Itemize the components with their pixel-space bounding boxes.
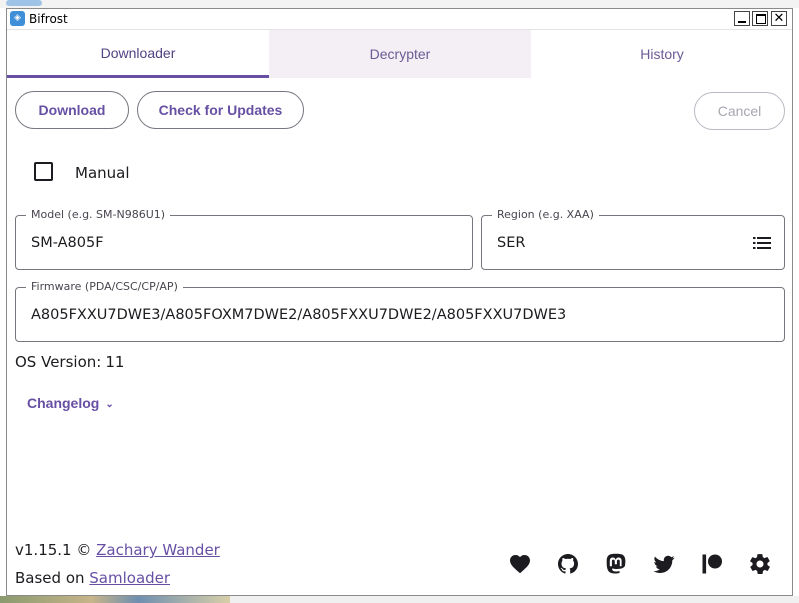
desktop-icon-fragment — [6, 0, 42, 6]
firmware-field-value: A805FXXU7DWE3/A805FOXM7DWE2/A805FXXU7DWE… — [31, 307, 567, 323]
window-title: Bifrost — [29, 12, 68, 26]
patreon-icon[interactable] — [700, 552, 724, 576]
github-icon[interactable] — [556, 552, 580, 576]
settings-gear-icon[interactable] — [748, 552, 772, 576]
close-button[interactable]: ✕ — [771, 11, 787, 26]
model-field[interactable]: Model (e.g. SM-N986U1) SM-A805F — [15, 208, 473, 270]
firmware-field-label: Firmware (PDA/CSC/CP/AP) — [26, 280, 183, 294]
desktop-background-bottom — [0, 596, 799, 603]
title-bar[interactable]: ◈ Bifrost ✕ — [7, 9, 792, 30]
heart-icon[interactable] — [508, 552, 532, 576]
minimize-button[interactable] — [734, 11, 750, 26]
region-field-label: Region (e.g. XAA) — [492, 208, 599, 222]
os-version: OS Version: 11 — [15, 353, 124, 371]
region-list-icon[interactable] — [753, 236, 771, 250]
manual-label: Manual — [75, 164, 130, 182]
changelog-label: Changelog — [27, 395, 100, 411]
os-version-label: OS Version: — [15, 353, 102, 371]
tab-bar: Downloader Decrypter History — [7, 30, 792, 78]
tab-history[interactable]: History — [531, 30, 793, 78]
region-field-value: SER — [497, 235, 526, 251]
cancel-button[interactable]: Cancel — [694, 92, 785, 130]
samloader-link[interactable]: Samloader — [89, 569, 170, 587]
os-version-value: 11 — [105, 353, 125, 371]
maximize-button[interactable] — [752, 11, 768, 26]
model-field-label: Model (e.g. SM-N986U1) — [26, 208, 171, 222]
chevron-down-icon: ⌄ — [105, 399, 114, 410]
tab-downloader[interactable]: Downloader — [7, 30, 269, 78]
download-button[interactable]: Download — [15, 91, 129, 129]
tab-decrypter[interactable]: Decrypter — [269, 30, 531, 78]
twitter-icon[interactable] — [652, 552, 676, 576]
model-field-value: SM-A805F — [31, 235, 104, 251]
version-text: v1.15.1 © — [15, 541, 92, 559]
desktop-wallpaper-fragment — [0, 596, 230, 603]
firmware-field[interactable]: Firmware (PDA/CSC/CP/AP) A805FXXU7DWE3/A… — [15, 280, 785, 342]
app-window: ◈ Bifrost ✕ Downloader Decrypter History… — [6, 8, 793, 596]
desktop-background-top — [0, 0, 799, 8]
based-on-text: Based on — [15, 569, 85, 587]
based-on-line: Based on Samloader — [15, 569, 170, 587]
app-logo-icon: ◈ — [10, 11, 25, 26]
mastodon-icon[interactable] — [604, 552, 628, 576]
region-field[interactable]: Region (e.g. XAA) SER — [481, 208, 785, 270]
version-line: v1.15.1 © Zachary Wander — [15, 541, 220, 559]
author-link[interactable]: Zachary Wander — [96, 541, 220, 559]
manual-checkbox[interactable] — [34, 162, 53, 181]
changelog-toggle[interactable]: Changelog ⌄ — [27, 395, 114, 411]
check-for-updates-button[interactable]: Check for Updates — [137, 91, 304, 129]
